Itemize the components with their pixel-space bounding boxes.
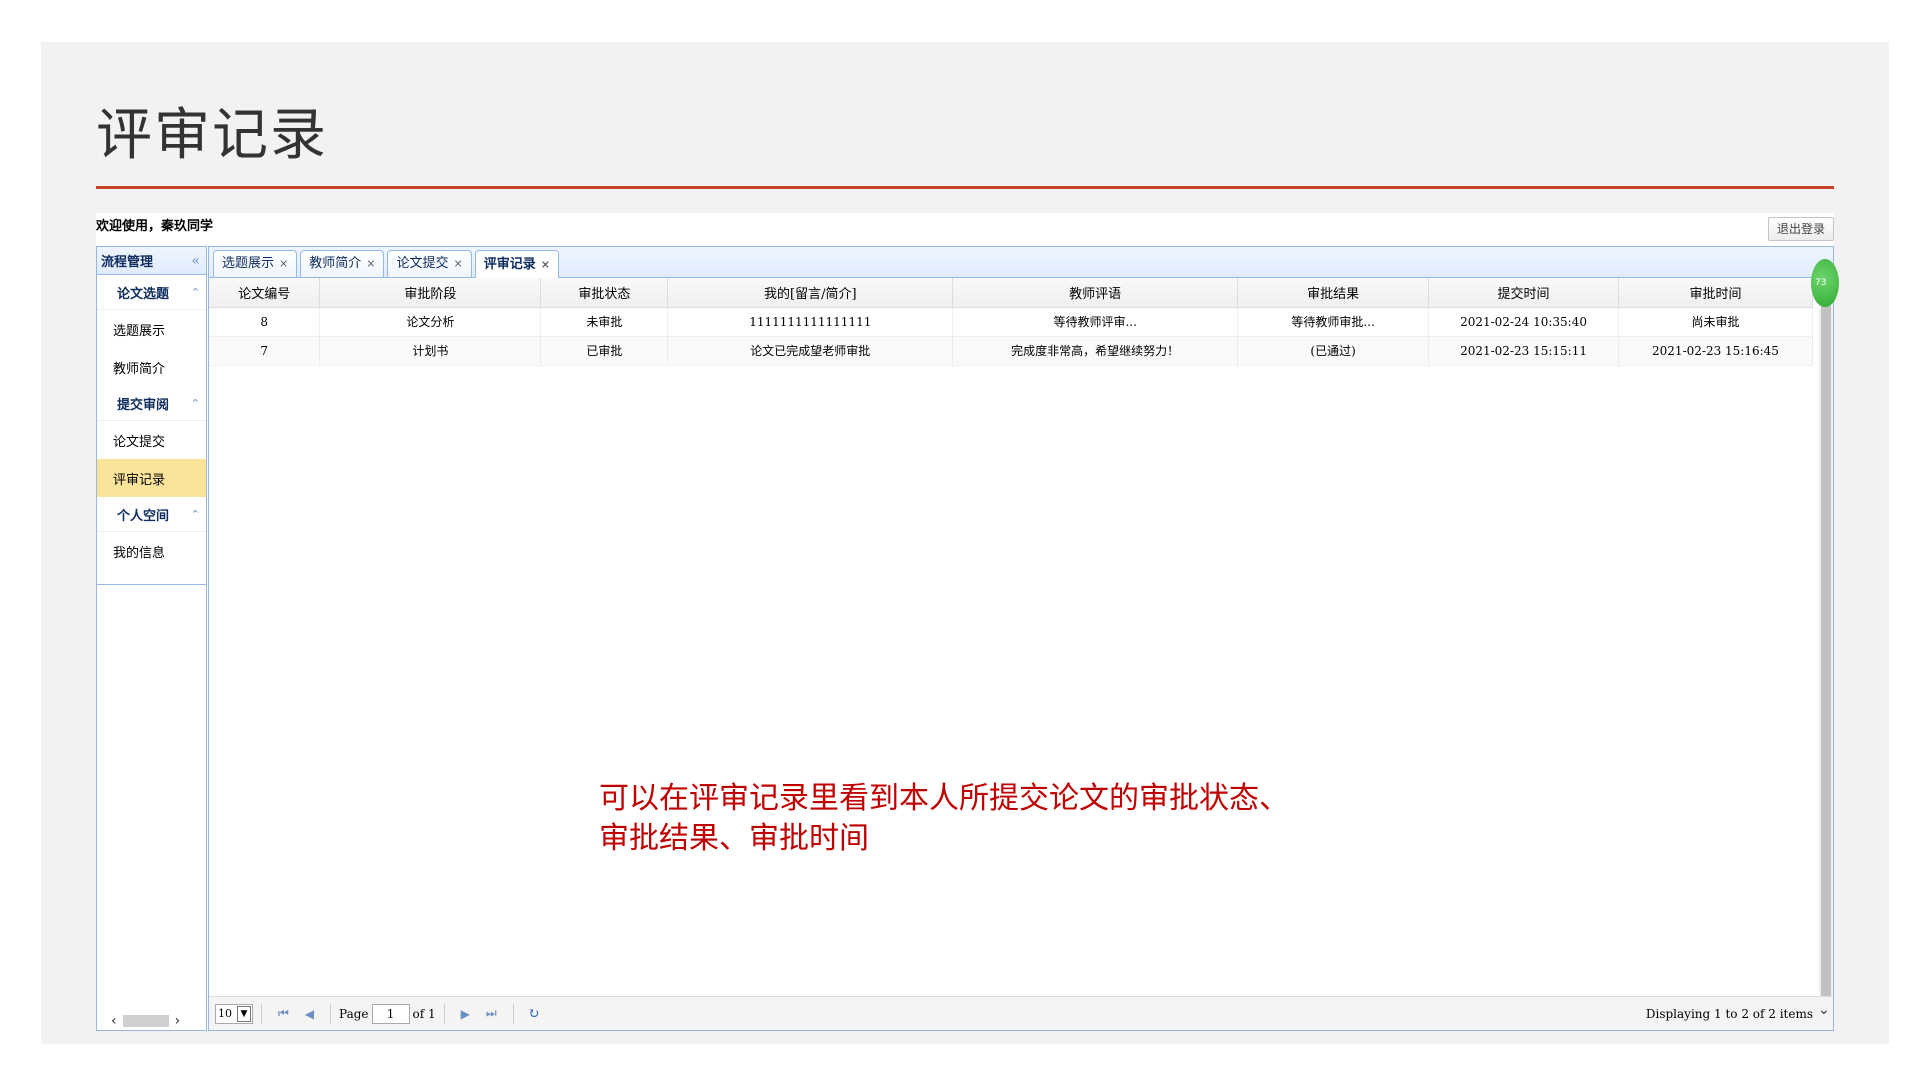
chevron-up-icon[interactable]: ⌃ xyxy=(191,286,200,299)
page-label: Page xyxy=(339,1006,369,1021)
table-row[interactable]: 7 计划书 已审批 论文已完成望老师审批 完成度非常高，希望继续努力！ (已通过… xyxy=(209,336,1814,366)
sidebar-group-label: 论文选题 xyxy=(117,286,170,302)
chevron-up-icon[interactable]: ⌃ xyxy=(191,508,200,521)
column-header[interactable]: 审批结果 xyxy=(1237,278,1430,308)
sidebar-group-label: 个人空间 xyxy=(117,508,170,524)
sidebar-divider xyxy=(97,584,206,585)
refresh-icon[interactable]: ↻ xyxy=(528,1006,540,1022)
table-cell: 2021-02-23 15:16:45 xyxy=(1618,336,1814,366)
sidebar-group-personal-space[interactable]: 个人空间 ⌃ xyxy=(97,497,206,532)
separator xyxy=(261,1003,262,1024)
table-cell: 计划书 xyxy=(319,336,542,366)
close-icon[interactable]: × xyxy=(279,251,288,277)
scroll-right-icon[interactable]: › xyxy=(175,1013,181,1029)
scroll-thumb[interactable] xyxy=(1821,281,1831,996)
column-header[interactable]: 审批阶段 xyxy=(319,278,542,308)
table-cell: 完成度非常高，希望继续努力！ xyxy=(952,336,1239,366)
annotation-line-2: 审批结果、审批时间 xyxy=(599,821,869,856)
table-cell: 已审批 xyxy=(540,336,669,366)
next-page-icon[interactable]: ▶ xyxy=(461,1007,470,1021)
status-passed-cell: (已通过) xyxy=(1237,336,1430,366)
page-of-label: of 1 xyxy=(412,1006,436,1021)
prev-page-icon[interactable]: ◀ xyxy=(305,1007,314,1021)
column-header[interactable]: 审批时间 xyxy=(1618,278,1814,308)
table-cell: 论文分析 xyxy=(319,307,542,337)
slide-title: 评审记录 xyxy=(96,103,328,168)
page-size-value: 10 xyxy=(218,1007,232,1020)
scroll-left-icon[interactable]: ‹ xyxy=(111,1013,117,1029)
display-info: Displaying 1 to 2 of 2 items xyxy=(1645,1006,1813,1021)
sidebar-header: 流程管理 « xyxy=(97,247,206,275)
scroll-thumb[interactable] xyxy=(122,1015,169,1027)
title-divider xyxy=(96,186,1834,189)
collapse-left-icon[interactable]: « xyxy=(191,253,200,269)
sidebar-item-teacher-intro[interactable]: 教师简介 xyxy=(97,348,206,386)
page-size-select[interactable]: 10 ▼ xyxy=(215,1003,253,1024)
review-records-table: 论文编号 审批阶段 审批状态 我的[留言/简介] 教师评语 审批结果 提交时间 … xyxy=(209,278,1814,366)
table-cell: 等待教师评审... xyxy=(952,307,1239,337)
table-cell: 尚未审批 xyxy=(1618,307,1814,337)
tab-label: 评审记录 xyxy=(483,256,536,272)
tab-label: 论文提交 xyxy=(396,256,449,271)
tab-teacher-intro[interactable]: 教师简介 × xyxy=(300,250,385,277)
annotation-line-1: 可以在评审记录里看到本人所提交论文的审批状态、 xyxy=(599,781,1289,816)
tab-label: 选题展示 xyxy=(222,256,275,271)
pagination-bar: 10 ▼ ⏮ ◀ Page 1 of 1 ▶ ⏭ ↻ Displaying 1 … xyxy=(209,996,1833,1030)
table-cell: 8 xyxy=(209,307,321,337)
chevron-down-icon[interactable]: ▼ xyxy=(237,1005,251,1022)
welcome-text: 欢迎使用，秦玖同学 xyxy=(96,219,214,234)
table-cell: 论文已完成望老师审批 xyxy=(667,336,954,366)
sidebar-group-thesis-topic[interactable]: 论文选题 ⌃ xyxy=(97,275,206,310)
column-header[interactable]: 论文编号 xyxy=(209,278,321,308)
vertical-scrollbar[interactable] xyxy=(1819,279,1833,998)
chevron-down-icon[interactable]: ⌄ xyxy=(1818,1002,1830,1018)
table-row[interactable]: 8 论文分析 未审批 1111111111111111 等待教师评审... 等待… xyxy=(209,307,1814,337)
table-cell: 7 xyxy=(209,336,321,366)
close-icon[interactable]: × xyxy=(453,251,462,277)
table-header-row: 论文编号 审批阶段 审批状态 我的[留言/简介] 教师评语 审批结果 提交时间 … xyxy=(209,278,1814,308)
last-page-icon[interactable]: ⏭ xyxy=(486,1006,497,1021)
first-page-icon[interactable]: ⏮ xyxy=(278,1006,289,1021)
sidebar-group-submit-review[interactable]: 提交审阅 ⌃ xyxy=(97,386,206,421)
column-header[interactable]: 提交时间 xyxy=(1428,278,1619,308)
sidebar-title: 流程管理 xyxy=(101,255,154,270)
tab-bar: 选题展示 × 教师简介 × 论文提交 × 评审记录 × xyxy=(209,247,1833,278)
column-header[interactable]: 教师评语 xyxy=(952,278,1239,308)
separator xyxy=(330,1003,332,1024)
table-cell: 等待教师审批... xyxy=(1237,307,1430,337)
separator xyxy=(443,1003,445,1024)
sidebar-horizontal-scrollbar[interactable]: ‹ › xyxy=(111,1013,191,1029)
sidebar-group-label: 提交审阅 xyxy=(117,397,170,413)
sidebar-item-thesis-submit[interactable]: 论文提交 xyxy=(97,421,206,459)
table-cell: 未审批 xyxy=(540,307,669,337)
logout-button[interactable]: 退出登录 xyxy=(1767,217,1834,241)
sidebar-item-topic-display[interactable]: 选题展示 xyxy=(97,310,206,348)
tab-thesis-submit[interactable]: 论文提交 × xyxy=(387,250,472,277)
tab-label: 教师简介 xyxy=(309,256,362,271)
close-icon[interactable]: × xyxy=(541,252,550,278)
column-header[interactable]: 我的[留言/简介] xyxy=(667,278,954,308)
app-window: 欢迎使用，秦玖同学 退出登录 流程管理 « 论文选题 ⌃ 选题展示 教师简介 提… xyxy=(96,213,1839,1031)
table-cell: 2021-02-23 15:15:11 xyxy=(1428,336,1619,366)
sidebar-item-review-records[interactable]: 评审记录 xyxy=(97,459,206,497)
main-panel: 选题展示 × 教师简介 × 论文提交 × 评审记录 × 论文编号 审批阶段 审批… xyxy=(208,246,1839,1031)
table-cell: 2021-02-24 10:35:40 xyxy=(1428,307,1619,337)
page-number-input[interactable]: 1 xyxy=(371,1003,410,1024)
chevron-up-icon[interactable]: ⌃ xyxy=(191,397,200,410)
column-header[interactable]: 审批状态 xyxy=(540,278,669,308)
annotation-note: 可以在评审记录里看到本人所提交论文的审批状态、 审批结果、审批时间 xyxy=(599,779,1289,859)
tab-topic-display[interactable]: 选题展示 × xyxy=(213,250,298,277)
separator xyxy=(512,1003,514,1024)
sidebar-item-my-info[interactable]: 我的信息 xyxy=(97,532,206,570)
tab-review-records[interactable]: 评审记录 × xyxy=(474,250,559,278)
sidebar: 流程管理 « 论文选题 ⌃ 选题展示 教师简介 提交审阅 ⌃ 论文提交 评审记录… xyxy=(96,246,207,1031)
floating-badge[interactable]: 73 xyxy=(1811,259,1839,307)
close-icon[interactable]: × xyxy=(366,251,375,277)
table-cell: 1111111111111111 xyxy=(667,307,954,337)
